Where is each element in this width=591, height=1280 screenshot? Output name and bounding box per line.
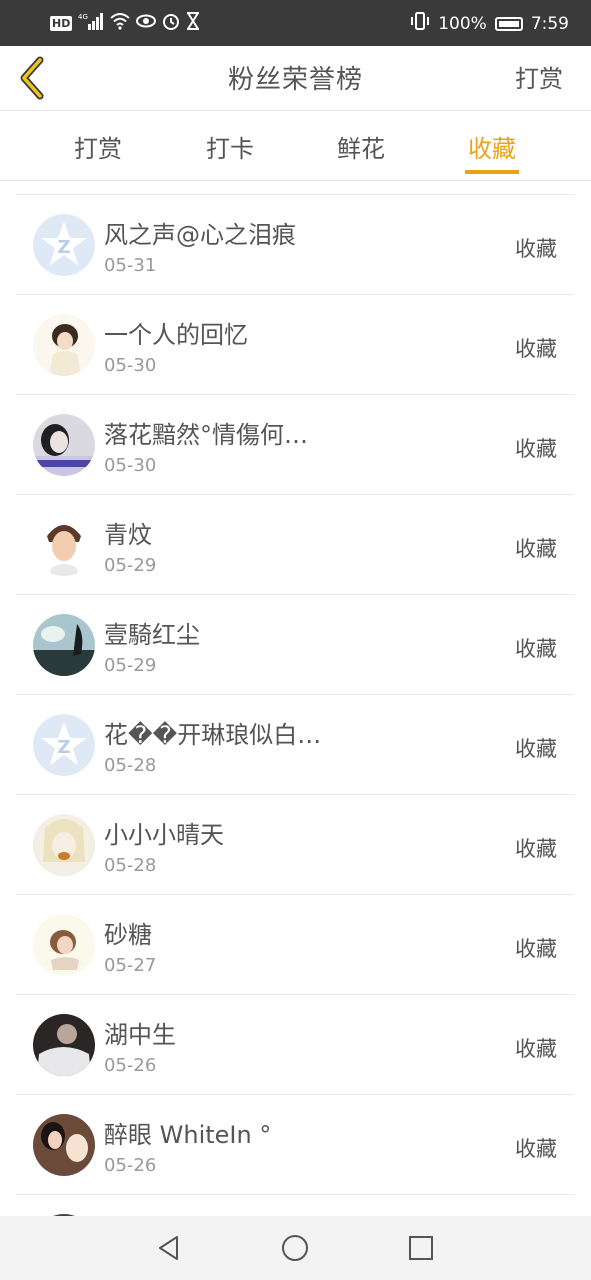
user-name: 湖中生 xyxy=(104,1021,176,1049)
item-date: 05-31 xyxy=(104,255,157,276)
user-photo xyxy=(33,814,95,876)
list-item[interactable]: 砂糖 05-27 收藏 xyxy=(16,895,574,995)
list-item[interactable]: 一个人的回忆 05-30 收藏 xyxy=(16,295,574,395)
list-item[interactable]: 青炆 05-29 收藏 xyxy=(16,495,574,595)
battery-icon xyxy=(494,16,523,31)
svg-text:4G: 4G xyxy=(78,13,88,21)
item-action: 收藏 xyxy=(515,837,557,861)
list-item[interactable]: 壹騎红尘 05-29 收藏 xyxy=(16,595,574,695)
avatar xyxy=(33,1114,95,1176)
item-action: 收藏 xyxy=(515,737,557,761)
eye-icon xyxy=(136,12,157,35)
svg-text:Z: Z xyxy=(57,737,70,758)
avatar xyxy=(33,514,95,576)
list-item[interactable]: Z 风之声@心之泪痕 05-31 收藏 xyxy=(16,195,574,295)
tab-flowers[interactable]: 鲜花 xyxy=(321,129,401,164)
header: 粉丝荣誉榜 打赏 xyxy=(0,46,591,111)
user-photo xyxy=(33,1114,95,1176)
list-item[interactable]: 湖中生 05-26 收藏 xyxy=(16,995,574,1095)
avatar xyxy=(33,314,95,376)
list-item[interactable]: 小小小晴天 05-28 收藏 xyxy=(16,795,574,895)
item-date: 05-29 xyxy=(104,655,157,676)
vibrate-icon xyxy=(410,12,430,35)
clock-time: 7:59 xyxy=(530,13,569,34)
favorites-list: Z 风之声@心之泪痕 05-31 收藏 一个人的回忆 05-30 收藏 落花黯然… xyxy=(16,194,574,1217)
hourglass-icon xyxy=(186,12,200,35)
user-photo xyxy=(33,414,95,476)
avatar xyxy=(33,914,95,976)
item-date: 05-28 xyxy=(104,855,157,876)
user-photo xyxy=(33,914,95,976)
user-photo xyxy=(33,1014,95,1076)
avatar xyxy=(33,1014,95,1076)
item-date: 05-26 xyxy=(104,1055,157,1076)
active-tab-indicator xyxy=(465,170,519,174)
avatar: Z xyxy=(33,214,95,276)
item-date: 05-27 xyxy=(104,955,157,976)
item-action: 收藏 xyxy=(515,1137,557,1161)
system-nav-bar xyxy=(0,1216,591,1280)
tab-favorites[interactable]: 收藏 xyxy=(452,129,532,164)
square-recents-icon xyxy=(409,1236,433,1260)
user-name: 花��开琳琅似白… xyxy=(104,721,322,749)
user-photo xyxy=(33,514,95,576)
status-right: 100% 7:59 xyxy=(410,12,569,35)
item-action: 收藏 xyxy=(515,1037,557,1061)
nav-recents-button[interactable] xyxy=(407,1234,435,1262)
user-name: 砂糖 xyxy=(104,921,152,949)
default-avatar-icon: Z xyxy=(33,714,95,776)
list-item[interactable]: 醉眼 WhiteIn ° 05-26 收藏 xyxy=(16,1095,574,1195)
tab-checkin[interactable]: 打卡 xyxy=(190,129,270,164)
signal-icon: 4G xyxy=(78,12,104,35)
avatar: Z xyxy=(33,714,95,776)
triangle-back-icon xyxy=(159,1236,178,1260)
default-avatar-icon: Z xyxy=(33,214,95,276)
user-name: 风之声@心之泪痕 xyxy=(104,221,296,249)
user-name: 醉眼 WhiteIn ° xyxy=(104,1121,272,1149)
item-action: 收藏 xyxy=(515,937,557,961)
item-date: 05-30 xyxy=(104,455,157,476)
tab-reward[interactable]: 打赏 xyxy=(58,129,138,164)
item-action: 收藏 xyxy=(515,337,557,361)
list-item-partial xyxy=(16,1195,574,1217)
status-bar: HD 4G 100% 7:59 xyxy=(0,0,591,46)
item-action: 收藏 xyxy=(515,237,557,261)
battery-percent: 100% xyxy=(438,13,487,34)
circle-home-icon xyxy=(282,1235,308,1261)
list-item[interactable]: 落花黯然°情傷何… 05-30 收藏 xyxy=(16,395,574,495)
reward-button[interactable]: 打赏 xyxy=(515,59,563,94)
tab-bar: 打赏 打卡 鲜花 收藏 xyxy=(0,111,591,181)
user-photo xyxy=(33,314,95,376)
avatar xyxy=(33,614,95,676)
user-name: 小小小晴天 xyxy=(104,821,224,849)
nav-home-button[interactable] xyxy=(281,1234,309,1262)
item-action: 收藏 xyxy=(515,637,557,661)
user-photo xyxy=(33,614,95,676)
user-name: 青炆 xyxy=(104,521,152,549)
list-item[interactable]: Z 花��开琳琅似白… 05-28 收藏 xyxy=(16,695,574,795)
hd-icon: HD xyxy=(50,16,73,31)
user-name: 壹騎红尘 xyxy=(104,621,200,649)
nav-back-button[interactable] xyxy=(155,1234,183,1262)
user-name: 落花黯然°情傷何… xyxy=(104,421,308,449)
svg-text:Z: Z xyxy=(57,237,70,258)
item-date: 05-26 xyxy=(104,1155,157,1176)
item-date: 05-28 xyxy=(104,755,157,776)
wifi-icon xyxy=(110,12,131,35)
page-title: 粉丝荣誉榜 xyxy=(227,65,363,95)
item-date: 05-29 xyxy=(104,555,157,576)
item-date: 05-30 xyxy=(104,355,157,376)
item-action: 收藏 xyxy=(515,537,557,561)
user-name: 一个人的回忆 xyxy=(104,321,248,349)
avatar xyxy=(33,814,95,876)
item-action: 收藏 xyxy=(515,437,557,461)
avatar xyxy=(33,414,95,476)
status-left: HD 4G xyxy=(50,12,200,35)
alarm-icon xyxy=(162,12,180,35)
